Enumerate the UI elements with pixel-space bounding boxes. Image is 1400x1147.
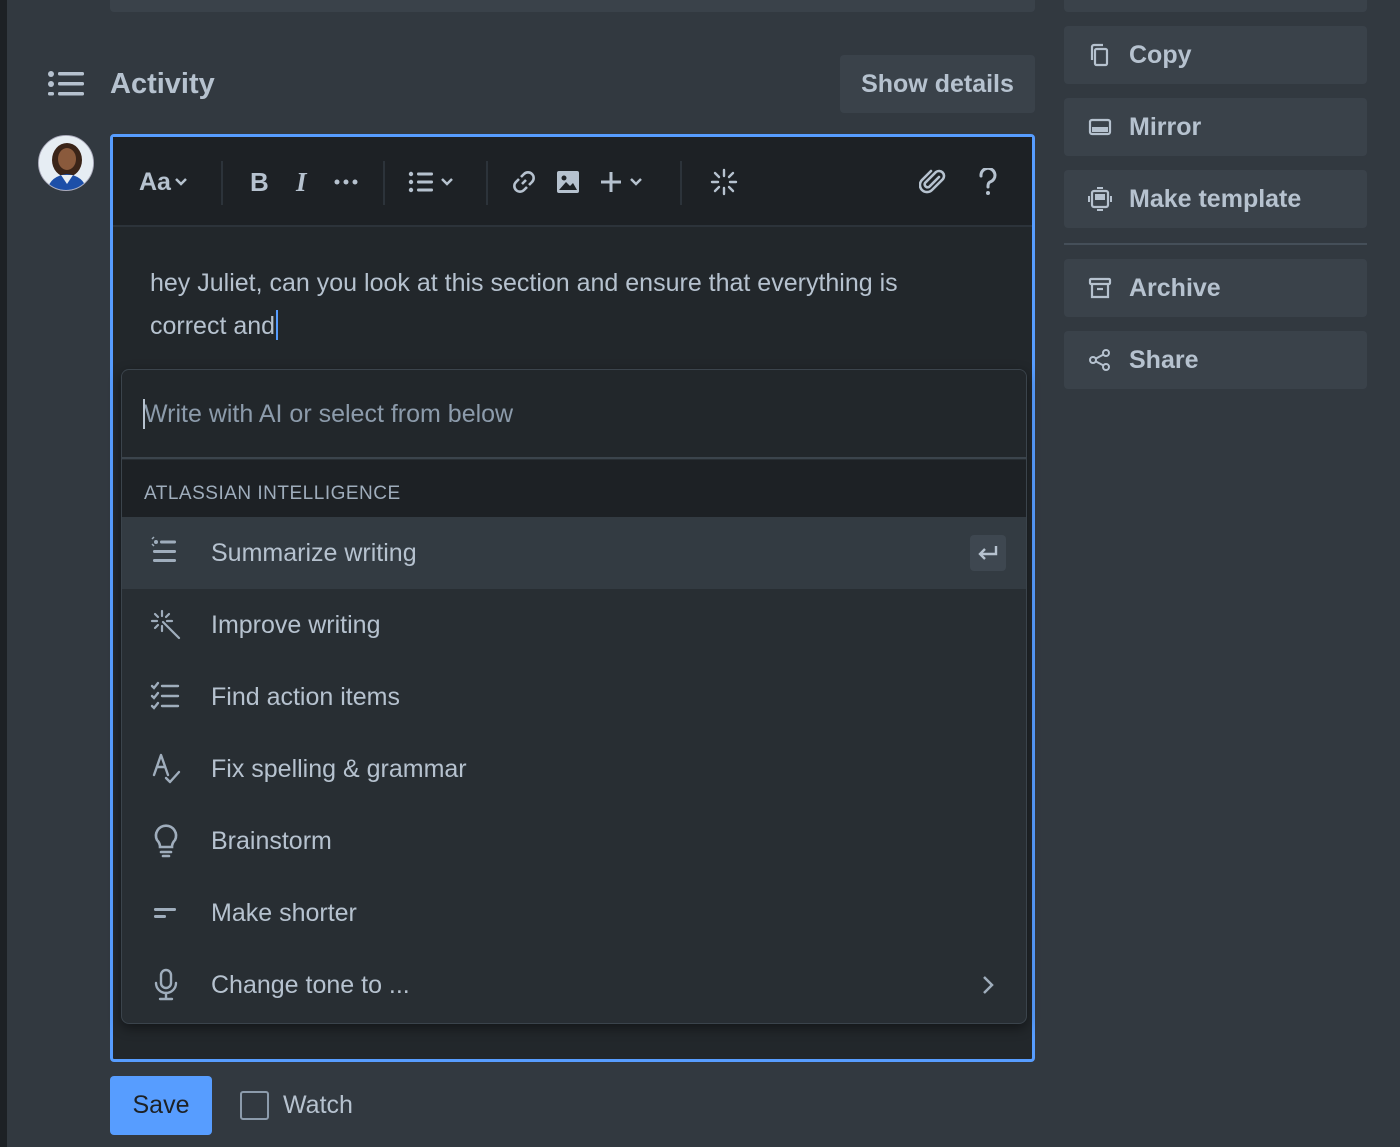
activity-title: Activity	[110, 68, 215, 100]
text-style-dropdown[interactable]: Aa	[139, 163, 188, 201]
link-icon[interactable]	[510, 163, 538, 201]
watch-checkbox[interactable]	[240, 1091, 269, 1120]
ai-prompt-input[interactable]: Write with AI or select from below	[122, 370, 1026, 459]
svg-text:B: B	[250, 169, 269, 195]
lightbulb-icon	[148, 823, 184, 859]
ai-item-find-action-items[interactable]: Find action items	[122, 661, 1026, 733]
ai-prompt-placeholder: Write with AI or select from below	[144, 400, 514, 428]
chevron-down-icon	[630, 178, 642, 186]
ai-item-label: Find action items	[211, 683, 400, 711]
insert-icon[interactable]	[599, 163, 643, 201]
italic-icon[interactable]: I	[292, 163, 314, 201]
help-icon[interactable]	[977, 163, 999, 201]
share-button[interactable]: Share	[1064, 331, 1367, 389]
mirror-icon	[1088, 118, 1112, 136]
save-button[interactable]: Save	[110, 1076, 212, 1135]
svg-text:I: I	[295, 169, 308, 195]
ai-item-label: Summarize writing	[211, 539, 417, 567]
text-style-icon: Aa	[139, 167, 171, 196]
top-section-edge	[110, 0, 1035, 12]
bold-icon[interactable]: B	[248, 163, 272, 201]
checklist-icon	[148, 679, 184, 715]
ai-item-fix-spelling-grammar[interactable]: Fix spelling & grammar	[122, 733, 1026, 805]
activity-list-icon	[46, 66, 86, 102]
enter-key-icon	[970, 535, 1006, 571]
archive-icon	[1088, 277, 1112, 299]
copy-button[interactable]: Copy	[1064, 26, 1367, 84]
ai-input-cursor	[143, 399, 145, 429]
make-template-label: Make template	[1129, 185, 1302, 213]
ai-item-make-shorter[interactable]: Make shorter	[122, 877, 1026, 949]
microphone-icon	[148, 967, 184, 1003]
comment-text[interactable]: hey Juliet, can you look at this section…	[150, 262, 980, 348]
archive-button[interactable]: Archive	[1064, 259, 1367, 317]
magic-wand-icon	[148, 607, 184, 643]
ai-item-improve-writing[interactable]: Improve writing	[122, 589, 1026, 661]
spellcheck-icon	[148, 751, 184, 787]
comment-editor[interactable]: Aa B I hey Juliet, can you look at this …	[110, 134, 1035, 1062]
toolbar-divider	[680, 161, 682, 205]
ai-item-change-tone[interactable]: Change tone to ...	[122, 949, 1026, 1021]
avatar[interactable]	[38, 135, 94, 191]
chevron-down-icon	[175, 178, 187, 186]
toolbar-divider	[221, 161, 223, 205]
mirror-label: Mirror	[1129, 113, 1202, 141]
share-label: Share	[1129, 346, 1199, 374]
comment-text-content: hey Juliet, can you look at this section…	[150, 269, 898, 340]
ai-item-label: Brainstorm	[211, 827, 332, 855]
ai-command-menu: Write with AI or select from below ATLAS…	[121, 369, 1027, 1024]
image-icon[interactable]	[555, 163, 581, 201]
text-cursor	[276, 310, 279, 340]
editor-toolbar: Aa B I	[113, 137, 1032, 227]
archive-label: Archive	[1129, 274, 1221, 302]
list-icon[interactable]	[408, 163, 454, 201]
top-sidebar-button-edge	[1064, 0, 1367, 12]
ai-sparkle-icon[interactable]	[710, 163, 738, 201]
toolbar-divider	[486, 161, 488, 205]
summarize-icon	[148, 535, 184, 571]
more-formatting-icon[interactable]	[334, 163, 358, 201]
watch-label: Watch	[283, 1091, 353, 1119]
show-details-button[interactable]: Show details	[840, 55, 1035, 113]
sidebar-divider	[1064, 243, 1367, 245]
attachment-icon[interactable]	[919, 163, 947, 201]
ai-item-label: Change tone to ...	[211, 971, 410, 999]
ai-section-header: ATLASSIAN INTELLIGENCE	[122, 460, 1026, 517]
ai-item-brainstorm[interactable]: Brainstorm	[122, 805, 1026, 877]
copy-icon	[1090, 43, 1109, 67]
chevron-down-icon	[441, 178, 453, 186]
template-icon	[1088, 187, 1112, 211]
ai-section-label: ATLASSIAN INTELLIGENCE	[144, 483, 401, 504]
ai-item-label: Improve writing	[211, 611, 381, 639]
mirror-button[interactable]: Mirror	[1064, 98, 1367, 156]
chevron-right-icon	[983, 976, 994, 994]
ai-item-label: Make shorter	[211, 899, 357, 927]
make-template-button[interactable]: Make template	[1064, 170, 1367, 228]
share-icon	[1089, 349, 1110, 371]
ai-item-label: Fix spelling & grammar	[211, 755, 467, 783]
shorten-icon	[148, 895, 184, 931]
toolbar-divider	[383, 161, 385, 205]
left-panel-edge	[0, 0, 7, 1147]
copy-label: Copy	[1129, 41, 1192, 69]
ai-item-summarize-writing[interactable]: Summarize writing	[122, 517, 1026, 589]
